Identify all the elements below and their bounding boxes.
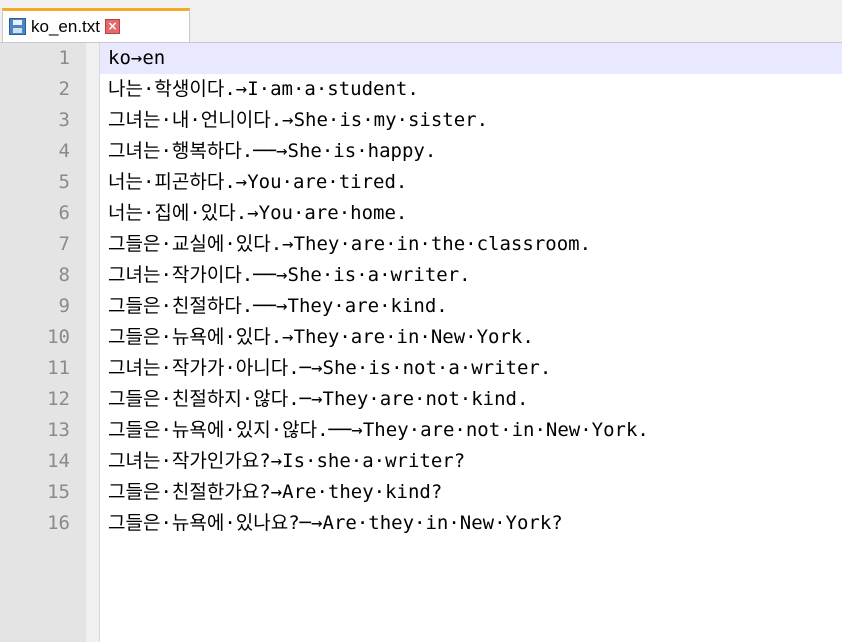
line-number: 5 bbox=[58, 171, 70, 193]
line-number: 3 bbox=[58, 109, 70, 131]
editor-content: 1 ko→en 1 2 나는·학생이다.→I·am·a·student. 3 그… bbox=[0, 43, 842, 642]
line-text: 나는·학생이다.→I·am·a·student. bbox=[108, 78, 419, 100]
line-text: 그들은·친절하지·않다.─→They·are·not·kind. bbox=[108, 388, 529, 410]
line-text: 그녀는·작가이다.──→She·is·a·writer. bbox=[108, 264, 471, 286]
line-number: 9 bbox=[58, 295, 70, 317]
line-number: 16 bbox=[47, 512, 70, 534]
line-number: 4 bbox=[58, 140, 70, 162]
line-text: 너는·집에·있다.→You·are·home. bbox=[108, 202, 408, 224]
close-icon[interactable]: × bbox=[105, 19, 120, 34]
tab-ko-en-txt[interactable]: ko_en.txt × bbox=[2, 8, 190, 42]
editor-line-current[interactable]: 1 ko→en bbox=[100, 43, 842, 74]
line-number: 12 bbox=[47, 388, 70, 410]
line-number: 14 bbox=[47, 450, 70, 472]
line-text: 그녀는·작가가·아니다.─→She·is·not·a·writer. bbox=[108, 357, 552, 379]
fold-margin bbox=[86, 43, 100, 642]
line-number: 7 bbox=[58, 233, 70, 255]
line-number: 8 bbox=[58, 264, 70, 286]
line-text: 그녀는·작가인가요?→Is·she·a·writer? bbox=[108, 450, 466, 472]
line-text: 그들은·뉴욕에·있다.→They·are·in·New·York. bbox=[108, 326, 534, 348]
floppy-disk-icon bbox=[9, 18, 26, 35]
line-text: 그녀는·내·언니이다.→She·is·my·sister. bbox=[108, 109, 489, 131]
line-text: 그들은·교실에·있다.→They·are·in·the·classroom. bbox=[108, 233, 592, 255]
tab-bar: ko_en.txt × bbox=[0, 0, 842, 43]
line-number: 6 bbox=[58, 202, 70, 224]
tab-title: ko_en.txt bbox=[31, 16, 100, 36]
line-text: 그들은·뉴욕에·있나요?─→Are·they·in·New·York? bbox=[108, 512, 563, 534]
line-text: 그들은·친절하다.──→They·are·kind. bbox=[108, 295, 448, 317]
line-text: 그들은·뉴욕에·있지·않다.──→They·are·not·in·New·Yor… bbox=[108, 419, 649, 441]
text-editor: ko_en.txt × 1 ko→en 1 2 나는·학생이다.→I·am·a·… bbox=[0, 0, 842, 642]
line-number: 10 bbox=[47, 326, 70, 348]
line-text: 너는·피곤하다.→You·are·tired. bbox=[108, 171, 408, 193]
line-text: 그녀는·행복하다.──→She·is·happy. bbox=[108, 140, 437, 162]
line-text: ko→en bbox=[108, 47, 166, 69]
line-number: 1 bbox=[58, 47, 70, 69]
line-number: 11 bbox=[47, 357, 70, 379]
line-number: 15 bbox=[47, 481, 70, 503]
line-number: 13 bbox=[47, 419, 70, 441]
line-number: 2 bbox=[58, 78, 70, 100]
line-text: 그들은·친절한가요?→Are·they·kind? bbox=[108, 481, 443, 503]
